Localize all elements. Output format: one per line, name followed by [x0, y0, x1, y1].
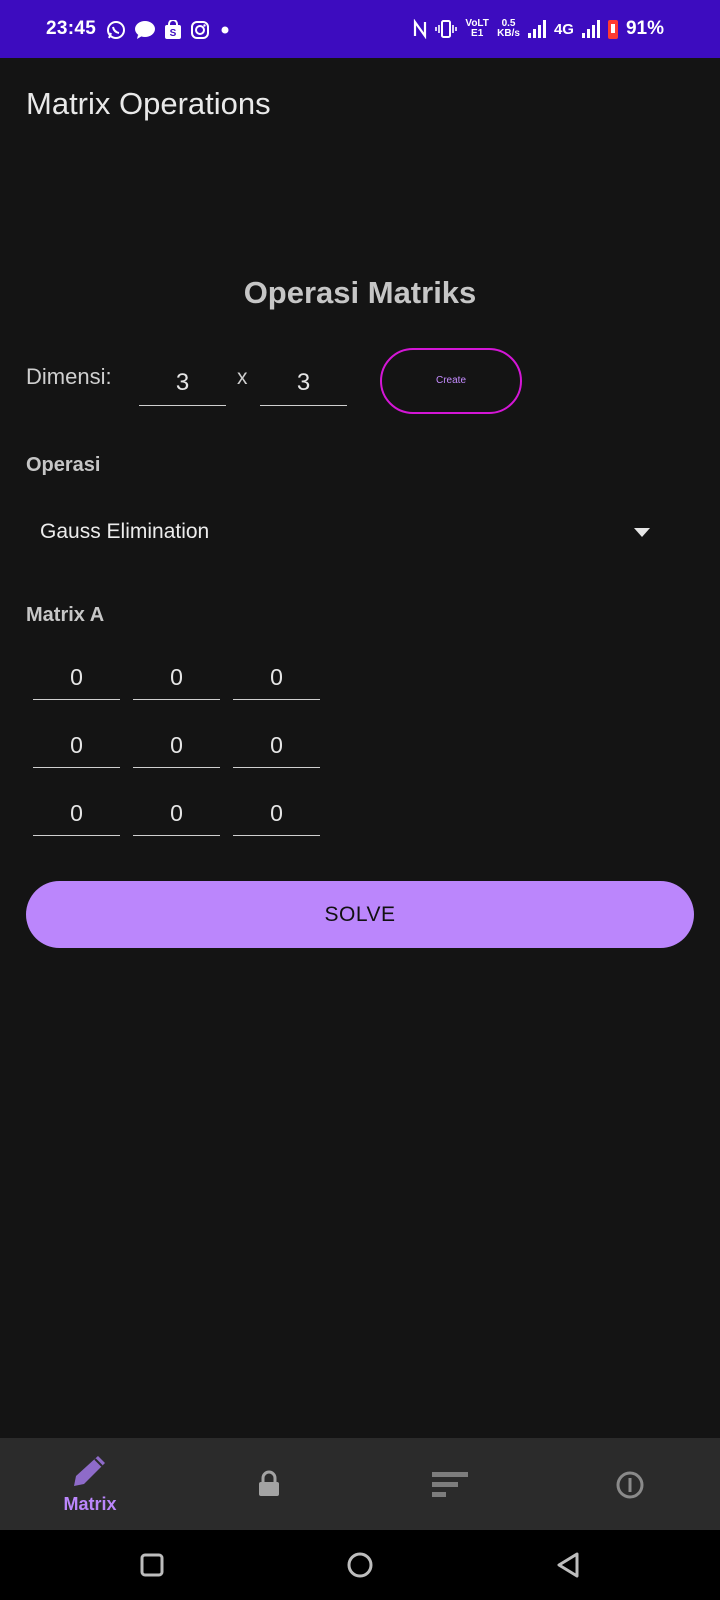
- battery-level: 91%: [625, 18, 664, 39]
- solve-button[interactable]: SOLVE: [26, 881, 694, 948]
- matrix-cell-r1c3[interactable]: 0: [233, 655, 320, 700]
- system-status-icons: VoLTE1 0.5 KB/s 4G 91%: [413, 15, 664, 43]
- dimension-separator: x: [237, 366, 248, 389]
- system-navigation-bar: [0, 1530, 720, 1600]
- operation-dropdown[interactable]: Gauss Elimination: [26, 508, 680, 558]
- rows-input[interactable]: 3: [139, 361, 226, 406]
- home-icon[interactable]: [346, 1551, 374, 1579]
- back-icon[interactable]: [555, 1551, 581, 1579]
- create-button[interactable]: Create: [380, 348, 522, 414]
- svg-text:S: S: [170, 28, 177, 39]
- info-icon: [616, 1471, 644, 1499]
- bottom-navigation: Matrix: [0, 1438, 720, 1530]
- pencil-icon: [74, 1456, 105, 1486]
- matrix-label: Matrix A: [26, 604, 105, 626]
- network-type: 4G: [553, 20, 574, 38]
- nav-item-lock[interactable]: [180, 1438, 360, 1530]
- nfc-icon: [414, 19, 427, 39]
- whatsapp-icon: [107, 21, 125, 39]
- recents-icon[interactable]: [140, 1553, 164, 1577]
- network-speed: 0.5 KB/s: [497, 19, 520, 39]
- operation-selected: Gauss Elimination: [40, 520, 210, 543]
- status-bar: 23:45 S VoLTE1 0.5 KB/s 4G 91%: [0, 0, 720, 58]
- message-icon: [135, 21, 155, 39]
- signal-icon: [527, 20, 546, 38]
- operation-label: Operasi: [26, 454, 101, 476]
- sort-icon: [432, 1472, 468, 1497]
- nav-item-matrix[interactable]: Matrix: [0, 1438, 180, 1530]
- volte-label: VoLTE1: [465, 18, 489, 39]
- matrix-cell-r3c3[interactable]: 0: [233, 791, 320, 836]
- instagram-icon: [191, 21, 209, 39]
- matrix-cell-r1c2[interactable]: 0: [133, 655, 220, 700]
- nav-label-matrix: Matrix: [63, 1494, 117, 1514]
- matrix-cell-r1c1[interactable]: 0: [33, 655, 120, 700]
- dot-icon: [221, 26, 229, 34]
- dimension-label: Dimensi:: [26, 364, 112, 389]
- vibrate-icon: [435, 20, 457, 38]
- nav-item-info[interactable]: [540, 1438, 720, 1530]
- page-heading: Operasi Matriks: [243, 275, 477, 310]
- speed-unit: KB/s: [497, 28, 520, 39]
- shopping-bag-icon: S: [165, 20, 181, 39]
- signal-icon: [581, 20, 600, 38]
- matrix-cell-r3c2[interactable]: 0: [133, 791, 220, 836]
- matrix-cell-r3c1[interactable]: 0: [33, 791, 120, 836]
- matrix-cell-r2c2[interactable]: 0: [133, 723, 220, 768]
- cols-input[interactable]: 3: [260, 361, 347, 406]
- matrix-cell-r2c1[interactable]: 0: [33, 723, 120, 768]
- status-time: 23:45: [46, 18, 97, 39]
- nav-item-sort[interactable]: [360, 1438, 540, 1530]
- notification-icons: S: [106, 18, 232, 42]
- app-title: Matrix Operations: [26, 86, 271, 121]
- battery-icon: [607, 19, 618, 39]
- lock-icon: [259, 1470, 279, 1496]
- matrix-cell-r2c3[interactable]: 0: [233, 723, 320, 768]
- dropdown-arrow-icon: [634, 528, 650, 537]
